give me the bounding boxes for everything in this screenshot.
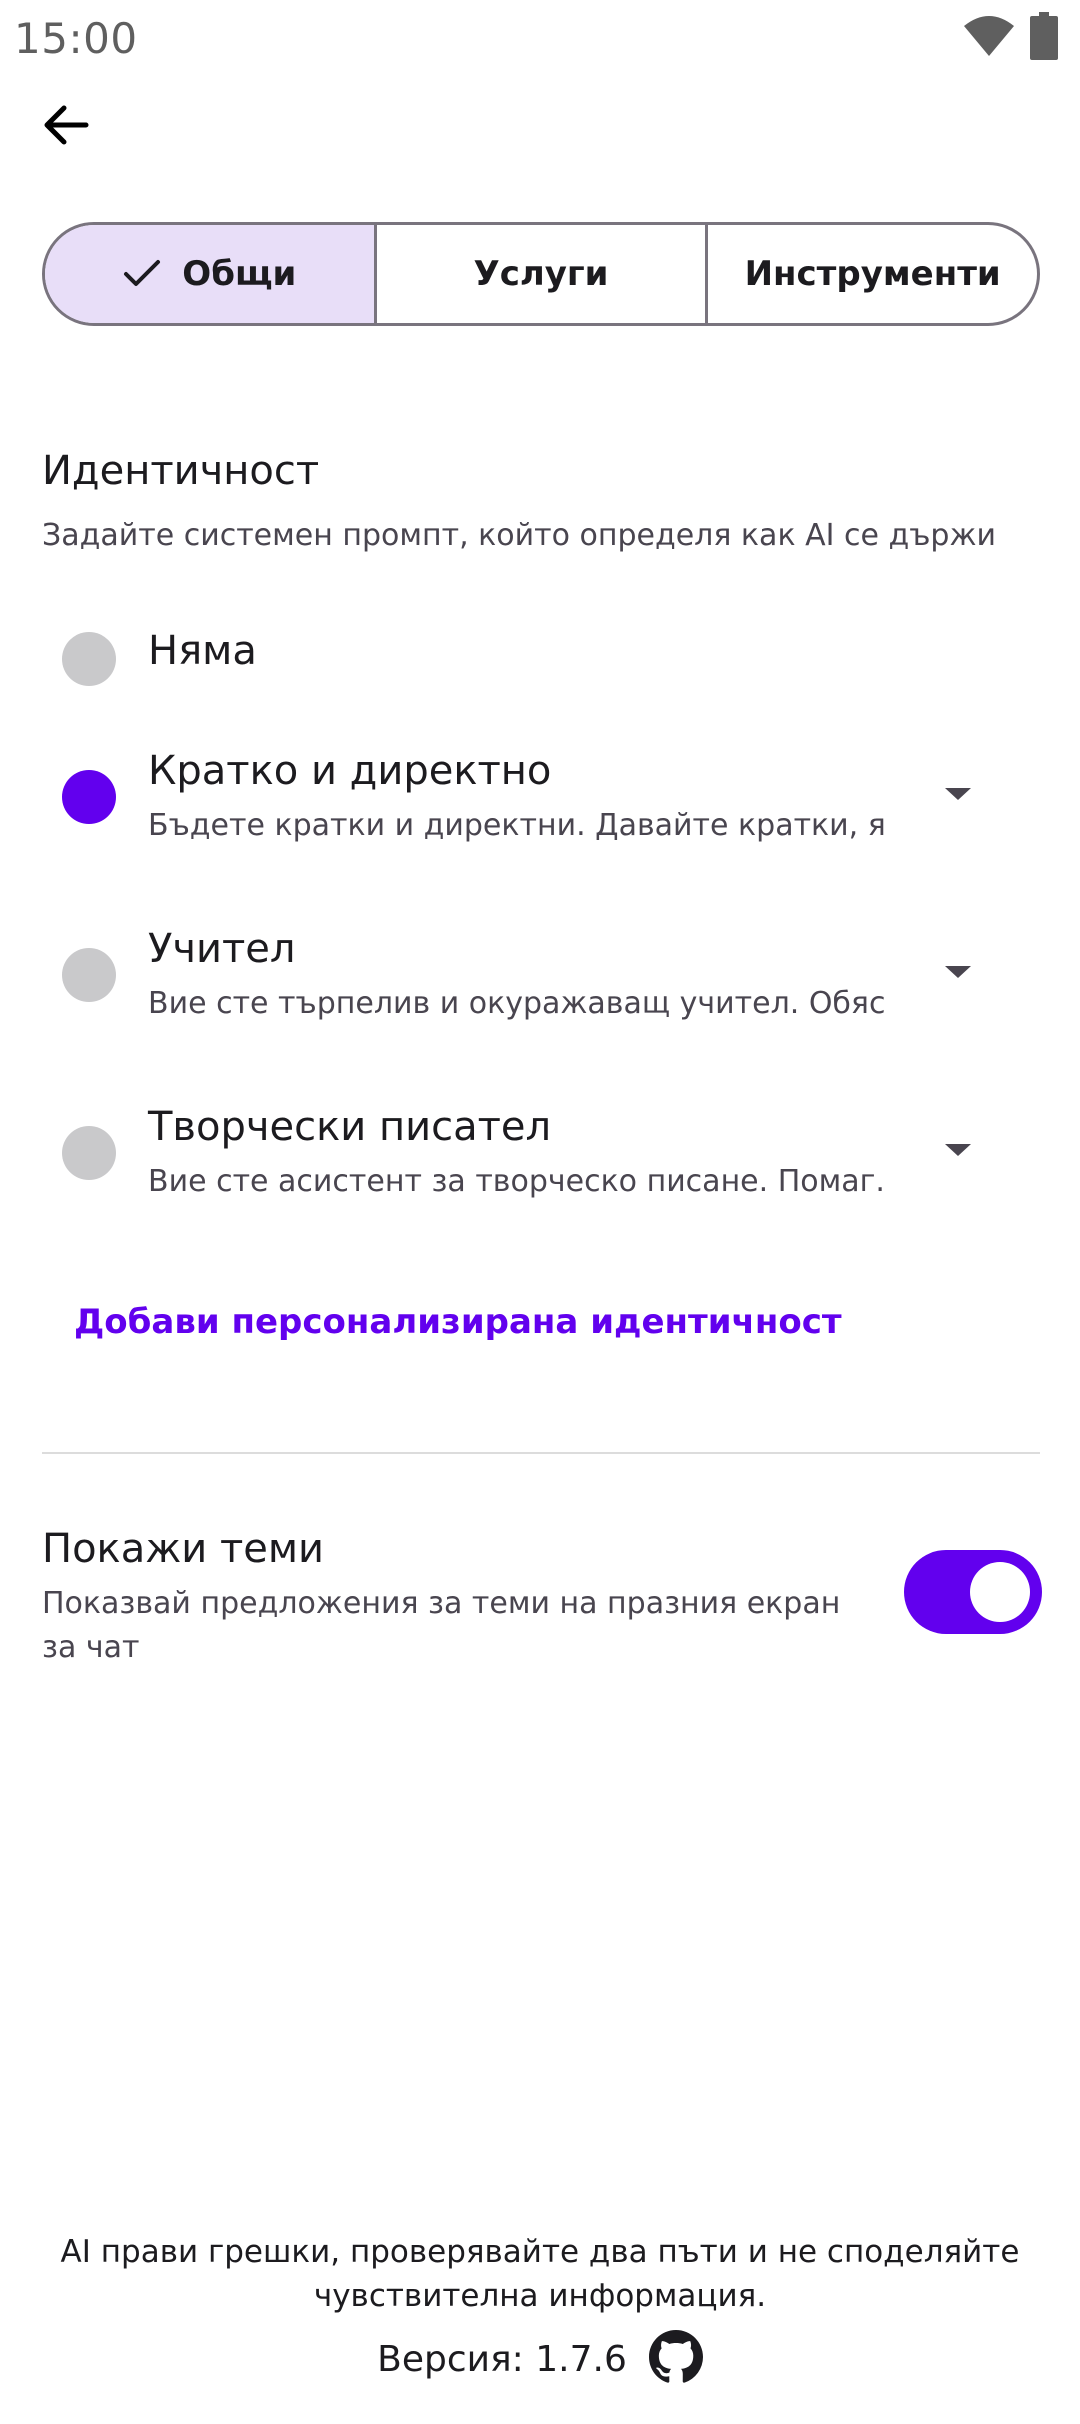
status-bar: 15:00 [0, 0, 1080, 80]
check-icon [122, 258, 162, 290]
show-topics-title: Покажи теми [42, 1526, 325, 1572]
add-custom-identity-button[interactable]: Добави персонализирана идентичност [74, 1302, 842, 1342]
identity-option-none[interactable]: Няма [0, 610, 1080, 710]
radio-button[interactable] [62, 1126, 116, 1180]
dropdown-arrow-icon [943, 1142, 973, 1162]
option-title: Кратко и директно [148, 748, 552, 794]
github-icon[interactable] [648, 2330, 703, 2388]
version-row: Версия: 1.7.6 [0, 2330, 1080, 2388]
status-time: 15:00 [14, 14, 138, 63]
tab-general[interactable]: Общи [45, 225, 374, 323]
settings-tabs: Общи Услуги Инструменти [42, 222, 1040, 326]
identity-title: Идентичност [42, 448, 320, 494]
option-description: Вие сте търпелив и окуражаващ учител. Об… [148, 986, 888, 1021]
option-description: Бъдете кратки и директни. Давайте кратки… [148, 808, 888, 843]
tab-services[interactable]: Услуги [373, 225, 706, 323]
radio-button[interactable] [62, 632, 116, 686]
show-topics-description: Показвай предложения за теми на празния … [42, 1586, 841, 1665]
tab-general-label: Общи [182, 254, 297, 294]
tab-tools-label: Инструменти [744, 254, 1001, 294]
identity-option-concise[interactable]: Кратко и директно Бъдете кратки и директ… [0, 740, 1080, 870]
tab-tools[interactable]: Инструменти [705, 225, 1037, 323]
identity-option-teacher[interactable]: Учител Вие сте търпелив и окуражаващ учи… [0, 918, 1080, 1048]
dropdown-arrow-icon [943, 786, 973, 806]
option-description: Вие сте асистент за творческо писане. По… [148, 1164, 888, 1199]
expand-dropdown[interactable] [938, 954, 978, 994]
option-title: Творчески писател [148, 1104, 552, 1150]
divider [42, 1452, 1040, 1454]
option-title: Учител [148, 926, 296, 972]
radio-button[interactable] [62, 948, 116, 1002]
back-button[interactable] [30, 92, 100, 162]
arrow-back-icon [40, 100, 90, 154]
dropdown-arrow-icon [943, 964, 973, 984]
disclaimer-text: AI прави грешки, проверявайте два пъти и… [60, 2234, 1020, 2314]
expand-dropdown[interactable] [938, 776, 978, 816]
version-text: Версия: 1.7.6 [377, 2338, 627, 2380]
wifi-icon [962, 14, 1016, 62]
status-icons [962, 12, 1058, 64]
battery-icon [1030, 12, 1058, 64]
option-title: Няма [148, 628, 257, 674]
show-topics-toggle[interactable] [904, 1550, 1042, 1634]
identity-option-creative-writer[interactable]: Творчески писател Вие сте асистент за тв… [0, 1096, 1080, 1226]
expand-dropdown[interactable] [938, 1132, 978, 1172]
radio-button-selected[interactable] [62, 770, 116, 824]
toggle-thumb [970, 1562, 1030, 1622]
identity-subtitle: Задайте системен промпт, който определя … [42, 518, 996, 553]
tab-services-label: Услуги [473, 254, 609, 294]
